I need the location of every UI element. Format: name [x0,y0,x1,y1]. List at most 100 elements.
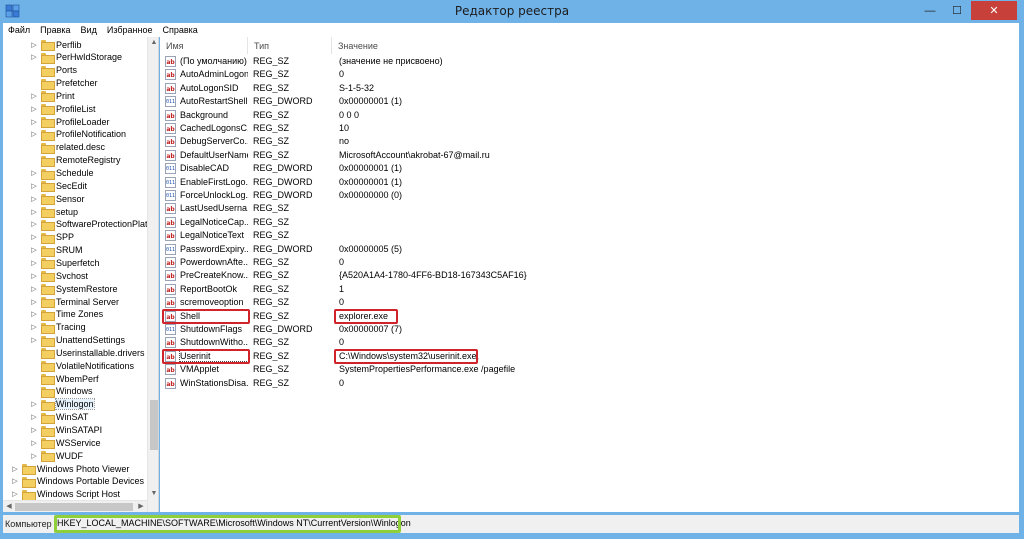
value-row[interactable]: 011 AutoRestartShell REG_DWORD 0x00000001 (… [160,95,1019,108]
tree-item[interactable]: related.desc [30,141,105,154]
expand-arrow-icon[interactable]: ▷ [30,452,38,460]
expand-arrow-icon[interactable]: ▷ [30,426,38,434]
expand-arrow-icon[interactable]: ▷ [30,92,38,100]
expand-arrow-icon[interactable]: ▷ [30,105,38,113]
tree-item[interactable]: ▷ SRUM [30,244,83,257]
scroll-up-arrow-icon[interactable]: ▲ [148,37,158,49]
tree-item[interactable]: WbemPerf [30,372,99,386]
expand-arrow-icon[interactable]: ▷ [30,195,38,203]
expand-arrow-icon[interactable]: ▷ [30,310,38,318]
column-header-value[interactable]: Значение [332,37,1019,54]
value-row[interactable]: ab LastUsedUserna... REG_SZ [160,202,1019,215]
expand-arrow-icon[interactable]: ▷ [30,439,38,447]
tree-item[interactable]: ▷ Windows Portable Devices [11,475,144,488]
values-list-pane[interactable]: Имя Тип Значение ab (По умолчанию) REG_SZ (… [160,37,1019,512]
expand-arrow-icon[interactable]: ▷ [30,208,38,216]
scroll-down-arrow-icon[interactable]: ▼ [148,488,158,500]
tree-item[interactable]: RemoteRegistry [30,154,121,167]
value-row[interactable]: ab Background REG_SZ 0 0 0 [160,109,1019,122]
tree-item[interactable]: ▷ SecEdit [30,179,87,193]
value-row[interactable]: ab (По умолчанию) REG_SZ (значение не присв… [160,55,1019,68]
tree-item[interactable]: ▷ ProfileNotification [30,128,126,141]
tree-item[interactable]: ▷ Print [30,89,75,103]
tree-item[interactable]: ▷ Winlogon [30,398,95,411]
menu-edit[interactable]: Правка [35,25,75,35]
value-row[interactable]: ab Shell REG_SZ explorer.exe [160,310,1019,323]
close-button[interactable]: ✕ [971,1,1017,20]
expand-arrow-icon[interactable]: ▷ [30,182,38,190]
value-row[interactable]: 011 ForceUnlockLog... REG_DWORD 0x00000000 … [160,189,1019,202]
tree-item[interactable]: ▷ SoftwareProtectionPlatfo [30,218,147,231]
expand-arrow-icon[interactable]: ▷ [30,53,38,61]
tree-item[interactable]: ▷ Sensor [30,192,85,206]
tree-item[interactable]: ▷ Time Zones [30,308,103,321]
title-bar[interactable]: Редактор реестра — ☐ ✕ [0,0,1024,23]
expand-arrow-icon[interactable]: ▷ [30,400,38,408]
value-row[interactable]: ab CachedLogonsC... REG_SZ 10 [160,122,1019,135]
value-row[interactable]: ab DebugServerCo... REG_SZ no [160,135,1019,148]
expand-arrow-icon[interactable]: ▷ [30,323,38,331]
value-row[interactable]: 011 EnableFirstLogo... REG_DWORD 0x00000001… [160,176,1019,189]
value-row[interactable]: 011 ShutdownFlags REG_DWORD 0x00000007 (7) [160,323,1019,336]
scroll-left-arrow-icon[interactable]: ◀ [3,501,15,512]
expand-arrow-icon[interactable]: ▷ [30,130,38,138]
expand-arrow-icon[interactable]: ▷ [30,169,38,177]
value-row[interactable]: ab ReportBootOk REG_SZ 1 [160,283,1019,296]
expand-arrow-icon[interactable]: ▷ [30,220,38,228]
tree-item[interactable]: ▷ ProfileLoader [30,115,110,129]
tree-item[interactable]: ▷ SPP [30,231,74,244]
expand-arrow-icon[interactable]: ▷ [30,259,38,267]
expand-arrow-icon[interactable]: ▷ [30,298,38,306]
value-row[interactable]: ab VMApplet REG_SZ SystemPropertiesPerforma… [160,363,1019,376]
tree-item[interactable]: Userinstallable.drivers [30,346,145,360]
tree-item[interactable]: ▷ WUDF [30,449,83,463]
tree-item[interactable]: ▷ Schedule [30,167,94,180]
expand-arrow-icon[interactable]: ▷ [30,246,38,254]
value-row[interactable]: ab PowerdownAfte... REG_SZ 0 [160,256,1019,269]
tree-item[interactable]: ▷ WinSATAPI [30,424,102,437]
tree-item[interactable]: Windows [30,385,93,398]
tree-item[interactable]: ▷ PerHwIdStorage [30,51,122,64]
tree-horizontal-scrollbar[interactable]: ◀ ▶ [3,500,147,512]
tree-item[interactable]: ▷ Perflib [30,38,82,51]
expand-arrow-icon[interactable]: ▷ [30,285,38,293]
tree-item[interactable]: Ports [30,64,77,77]
menu-file[interactable]: Файл [3,25,35,35]
horizontal-scrollbar-thumb[interactable] [15,503,133,511]
value-row[interactable]: ab ShutdownWitho... REG_SZ 0 [160,336,1019,349]
column-header-name[interactable]: Имя [160,37,248,54]
tree-item[interactable]: ▷ ProfileList [30,102,96,116]
tree-item[interactable]: ▷ Svchost [30,269,88,283]
tree-item[interactable]: ▷ WSService [30,436,101,450]
value-row[interactable]: ab AutoLogonSID REG_SZ S-1-5-32 [160,82,1019,95]
tree-item[interactable]: ▷ setup [30,205,78,219]
menu-favorites[interactable]: Избранное [102,25,158,35]
tree-item[interactable]: Prefetcher [30,77,98,90]
tree-item[interactable]: ▷ Windows Photo Viewer [11,462,129,476]
expand-arrow-icon[interactable]: ▷ [30,336,38,344]
expand-arrow-icon[interactable]: ▷ [30,413,38,421]
expand-arrow-icon[interactable]: ▷ [11,465,19,473]
value-row[interactable]: ab LegalNoticeText REG_SZ [160,229,1019,242]
menu-view[interactable]: Вид [76,25,102,35]
tree-item[interactable]: ▷ UnattendSettings [30,334,125,347]
value-row[interactable]: 011 DisableCAD REG_DWORD 0x00000001 (1) [160,162,1019,175]
tree-item[interactable]: ▷ Windows Script Host [11,488,120,501]
tree-item[interactable]: ▷ Superfetch [30,256,100,270]
column-header-type[interactable]: Тип [248,37,332,54]
expand-arrow-icon[interactable]: ▷ [11,477,19,485]
value-row[interactable]: ab Userinit REG_SZ C:\Windows\system32\user… [160,349,1019,363]
tree-item[interactable]: ▷ SystemRestore [30,282,118,296]
expand-arrow-icon[interactable]: ▷ [30,41,38,49]
tree-item[interactable]: ▷ Terminal Server [30,295,119,308]
registry-tree-pane[interactable]: ▷ Perflib ▷ PerHwIdStorage Ports Prefetcher ▷ P… [3,37,159,512]
value-row[interactable]: ab WinStationsDisa... REG_SZ 0 [160,377,1019,390]
expand-arrow-icon[interactable]: ▷ [30,118,38,126]
scrollbar-thumb[interactable] [150,400,158,450]
tree-item[interactable]: VolatileNotifications [30,359,134,373]
menu-help[interactable]: Справка [157,25,202,35]
value-row[interactable]: ab AutoAdminLogon REG_SZ 0 [160,68,1019,81]
expand-arrow-icon[interactable]: ▷ [11,490,19,498]
value-row[interactable]: ab DefaultUserName REG_SZ MicrosoftAccount\… [160,149,1019,162]
value-row[interactable]: ab LegalNoticeCap... REG_SZ [160,216,1019,229]
